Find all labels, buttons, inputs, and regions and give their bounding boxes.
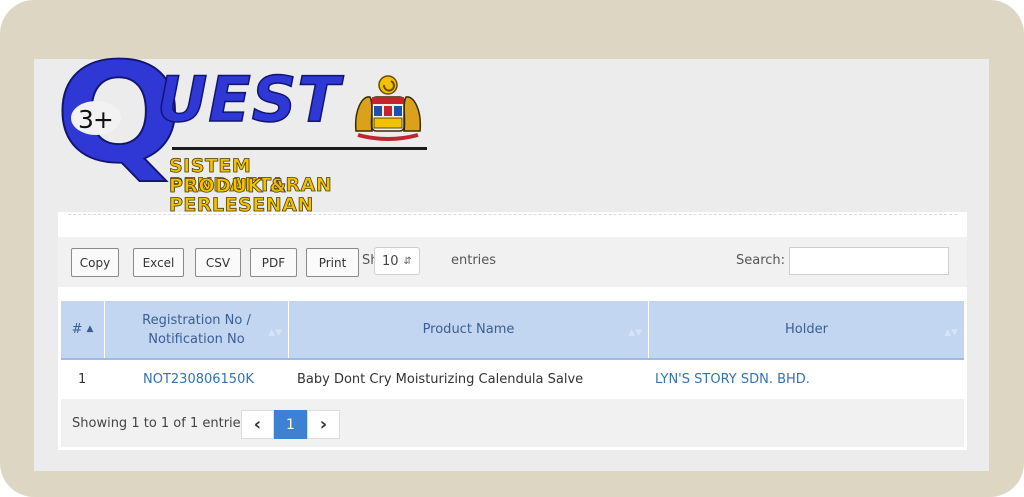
logo-rule [172,147,427,150]
pagination: ‹ 1 › [241,410,340,439]
logo-uest: UEST [156,63,341,136]
search-input[interactable] [789,247,949,275]
sort-icon: ▲▼ [944,328,958,338]
column-header-holder[interactable]: Holder ▲▼ [649,301,964,358]
cell-product-name: Baby Dont Cry Moisturizing Calendula Sal… [297,371,584,387]
sort-ascending-icon: ▲ [86,324,94,334]
excel-button[interactable]: Excel [133,248,184,277]
browser-viewport: Q 3+ UEST SISTEM PENDAFTARAN PRODUK & PE… [34,44,989,471]
column-header-label: # [71,322,83,337]
next-page-button[interactable]: › [307,410,340,439]
copy-button[interactable]: Copy [71,248,119,277]
column-header-label: Product Name [422,322,515,337]
prev-page-button[interactable]: ‹ [241,410,274,439]
quest-logo: Q 3+ UEST SISTEM PENDAFTARAN PRODUK & PE… [54,44,427,215]
column-header-label: Registration No / Notification No [142,312,251,347]
column-header-product[interactable]: Product Name ▲▼ [289,301,649,358]
page-size-select[interactable]: 10 ⇵ [374,247,420,275]
column-header-index[interactable]: # ▲ [61,301,105,358]
entries-label: entries [451,253,497,268]
device-frame: Q 3+ UEST SISTEM PENDAFTARAN PRODUK & PE… [0,0,1024,497]
coat-of-arms-icon [354,75,422,141]
updown-chevron-icon: ⇵ [403,255,412,267]
column-header-registration[interactable]: Registration No / Notification No ▲▼ [105,301,289,358]
chevron-right-icon: › [319,414,328,435]
search-label: Search: [736,253,786,268]
csv-button[interactable]: CSV [195,248,241,277]
sort-icon: ▲▼ [268,328,282,338]
cell-holder-link[interactable]: LYN'S STORY SDN. BHD. [655,360,810,398]
page-1-button[interactable]: 1 [274,410,307,439]
page-size-value: 10 [382,253,399,269]
pdf-button[interactable]: PDF [250,248,297,277]
cell-registration-link[interactable]: NOT230806150K [143,360,254,398]
table-controls: Copy Excel CSV PDF Print Show 10 ⇵ entri… [58,237,967,287]
panel-divider [68,214,957,215]
results-panel: Copy Excel CSV PDF Print Show 10 ⇵ entri… [58,212,967,450]
entries-info: Showing 1 to 1 of 1 entries [72,416,248,431]
sort-icon: ▲▼ [628,328,642,338]
table-footer: Showing 1 to 1 of 1 entries ‹ 1 › [61,399,964,447]
table-header: # ▲ Registration No / Notification No ▲▼… [61,301,964,360]
table-row: 1 NOT230806150K Baby Dont Cry Moisturizi… [61,360,964,398]
chevron-left-icon: ‹ [253,414,262,435]
column-header-label: Holder [785,322,828,337]
logo-subtitle-line2: PRODUK & PERLESENAN [169,175,314,216]
cell-index: 1 [78,371,87,387]
print-button[interactable]: Print [306,248,359,277]
logo-three-plus: 3+ [78,105,114,134]
